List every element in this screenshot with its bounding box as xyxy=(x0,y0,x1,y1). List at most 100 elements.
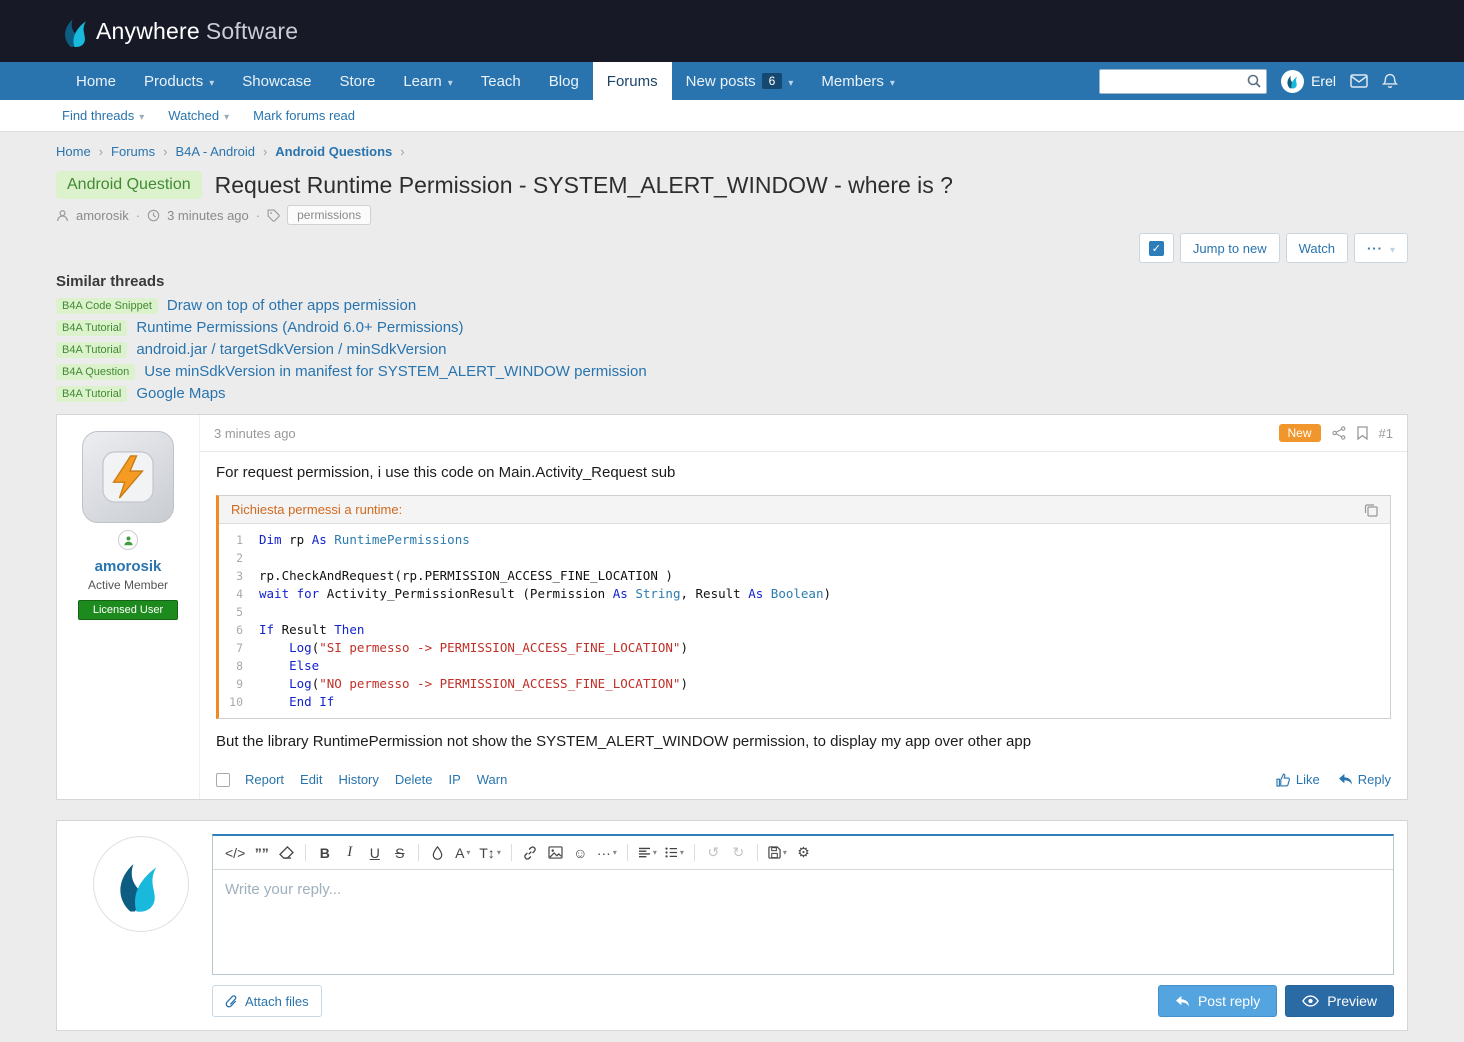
code-icon[interactable]: </> xyxy=(221,840,249,865)
undo-icon[interactable]: ↺ xyxy=(701,840,726,865)
chevron-right-icon xyxy=(400,144,404,159)
quote-icon[interactable]: ”” xyxy=(249,840,274,865)
strike-icon[interactable]: S xyxy=(387,840,412,865)
thread-prefix-badge: B4A Code Snippet xyxy=(56,297,158,314)
breadcrumb-b4a-android[interactable]: B4A - Android xyxy=(175,144,255,159)
settings-icon[interactable]: ⚙ xyxy=(791,840,816,865)
similar-thread-link[interactable]: Google Maps xyxy=(136,385,225,402)
edit-link[interactable]: Edit xyxy=(300,772,322,787)
nav-home[interactable]: Home xyxy=(62,62,130,100)
search-input[interactable] xyxy=(1099,68,1268,94)
subnav-watched[interactable]: Watched xyxy=(168,108,229,123)
italic-icon[interactable]: I xyxy=(337,840,362,865)
line-number: 7 xyxy=(236,641,243,655)
bookmark-icon[interactable] xyxy=(1356,426,1368,440)
warn-link[interactable]: Warn xyxy=(477,772,508,787)
remove-format-icon[interactable] xyxy=(274,840,299,865)
nav-blog[interactable]: Blog xyxy=(535,62,593,100)
more-options-button[interactable] xyxy=(1353,233,1408,263)
report-link[interactable]: Report xyxy=(245,772,284,787)
font-family-icon[interactable]: A ▾ xyxy=(450,840,475,865)
nav-teach[interactable]: Teach xyxy=(467,62,535,100)
similar-thread-link[interactable]: android.jar / targetSdkVersion / minSdkV… xyxy=(136,341,446,358)
font-size-icon[interactable]: T↕ ▾ xyxy=(475,840,505,865)
text-color-icon[interactable] xyxy=(425,840,450,865)
redo-icon[interactable]: ↻ xyxy=(726,840,751,865)
code-line: 7 Log("SI permesso -> PERMISSION_ACCESS_… xyxy=(219,639,1390,657)
breadcrumb-home[interactable]: Home xyxy=(56,144,91,159)
preview-button[interactable]: Preview xyxy=(1285,985,1394,1017)
link-icon[interactable] xyxy=(518,840,543,865)
chevron-down-icon xyxy=(139,108,144,123)
drafts-icon[interactable]: ▾ xyxy=(764,840,791,865)
ip-link[interactable]: IP xyxy=(448,772,460,787)
copy-code-icon[interactable] xyxy=(1364,503,1378,517)
breadcrumb-android-questions[interactable]: Android Questions xyxy=(275,144,392,159)
thread-author-link[interactable]: amorosik xyxy=(76,208,129,223)
alerts-bell-icon[interactable] xyxy=(1382,73,1398,89)
similar-threads-heading: Similar threads xyxy=(56,273,165,290)
brand-flame-icon xyxy=(62,14,92,48)
brand-logo[interactable]: Anywhere Software xyxy=(62,14,298,48)
list-icon[interactable]: ▾ xyxy=(661,840,688,865)
code-line: 1 Dim rp As RuntimePermissions xyxy=(219,531,1390,549)
similar-thread-link[interactable]: Runtime Permissions (Android 6.0+ Permis… xyxy=(136,319,463,336)
similar-thread-link[interactable]: Use minSdkVersion in manifest for SYSTEM… xyxy=(144,363,646,380)
delete-link[interactable]: Delete xyxy=(395,772,433,787)
more-options-icon[interactable]: ··· ▾ xyxy=(593,840,621,865)
current-user-avatar[interactable] xyxy=(93,836,189,932)
code-line: 2 xyxy=(219,549,1390,567)
alignment-icon[interactable]: ▾ xyxy=(634,840,661,865)
underline-icon[interactable]: U xyxy=(362,840,387,865)
similar-thread-link[interactable]: Draw on top of other apps permission xyxy=(167,297,416,314)
history-link[interactable]: History xyxy=(338,772,378,787)
toolbar-separator xyxy=(418,844,420,861)
line-number: 1 xyxy=(236,533,243,547)
select-posts-button[interactable] xyxy=(1138,233,1174,263)
breadcrumb: Home Forums B4A - Android Android Questi… xyxy=(56,144,1408,159)
subnav-mark-forums-read[interactable]: Mark forums read xyxy=(253,108,355,123)
nav-learn[interactable]: Learn xyxy=(389,62,466,100)
conversations-icon[interactable] xyxy=(1350,74,1368,88)
nav-new-posts[interactable]: New posts 6 xyxy=(672,62,808,100)
code-line: 9 Log("NO permesso -> PERMISSION_ACCESS_… xyxy=(219,675,1390,693)
attach-files-button[interactable]: Attach files xyxy=(212,985,322,1017)
subnav-find-threads[interactable]: Find threads xyxy=(62,108,144,123)
image-icon[interactable] xyxy=(543,840,568,865)
share-icon[interactable] xyxy=(1331,426,1346,440)
nav-members[interactable]: Members xyxy=(807,62,909,100)
thread-timestamp[interactable]: 3 minutes ago xyxy=(167,208,249,223)
thread-actions: Jump to new Watch xyxy=(56,233,1408,263)
user-menu[interactable]: Erel xyxy=(1281,69,1336,93)
smilie-icon[interactable]: ☺ xyxy=(568,840,593,865)
author-title: Active Member xyxy=(87,578,169,592)
nav-store[interactable]: Store xyxy=(325,62,389,100)
reply-button[interactable]: Reply xyxy=(1338,772,1391,787)
thread-tag-permissions[interactable]: permissions xyxy=(287,205,372,225)
search-icon[interactable] xyxy=(1246,73,1262,89)
watch-button[interactable]: Watch xyxy=(1285,233,1348,263)
author-avatar[interactable] xyxy=(82,431,174,523)
jump-to-new-button[interactable]: Jump to new xyxy=(1179,233,1280,263)
reply-textarea[interactable] xyxy=(213,870,1393,974)
code-line: 4 wait for Activity_PermissionResult (Per… xyxy=(219,585,1390,603)
author-name[interactable]: amorosik xyxy=(95,558,162,575)
select-post-checkbox[interactable] xyxy=(216,772,230,787)
post-text-outro: But the library RuntimePermission not sh… xyxy=(216,733,1032,750)
nav-forums[interactable]: Forums xyxy=(592,62,672,100)
user-avatar xyxy=(1281,69,1305,93)
nav-showcase[interactable]: Showcase xyxy=(228,62,325,100)
search-box xyxy=(1099,68,1268,94)
chevron-down-icon: ▾ xyxy=(496,848,501,857)
bold-icon[interactable]: B xyxy=(312,840,337,865)
breadcrumb-forums[interactable]: Forums xyxy=(111,144,155,159)
thread-prefix-badge: B4A Tutorial xyxy=(56,341,128,358)
nav-products[interactable]: Products xyxy=(130,62,228,100)
post-timestamp[interactable]: 3 minutes ago xyxy=(214,426,296,441)
like-button[interactable]: Like xyxy=(1276,772,1320,787)
post-number[interactable]: #1 xyxy=(1379,426,1393,441)
chevron-down-icon: ▾ xyxy=(652,848,657,857)
post-reply-button[interactable]: Post reply xyxy=(1157,985,1278,1017)
chevron-down-icon: ▾ xyxy=(466,848,471,857)
chevron-down-icon xyxy=(788,73,793,90)
